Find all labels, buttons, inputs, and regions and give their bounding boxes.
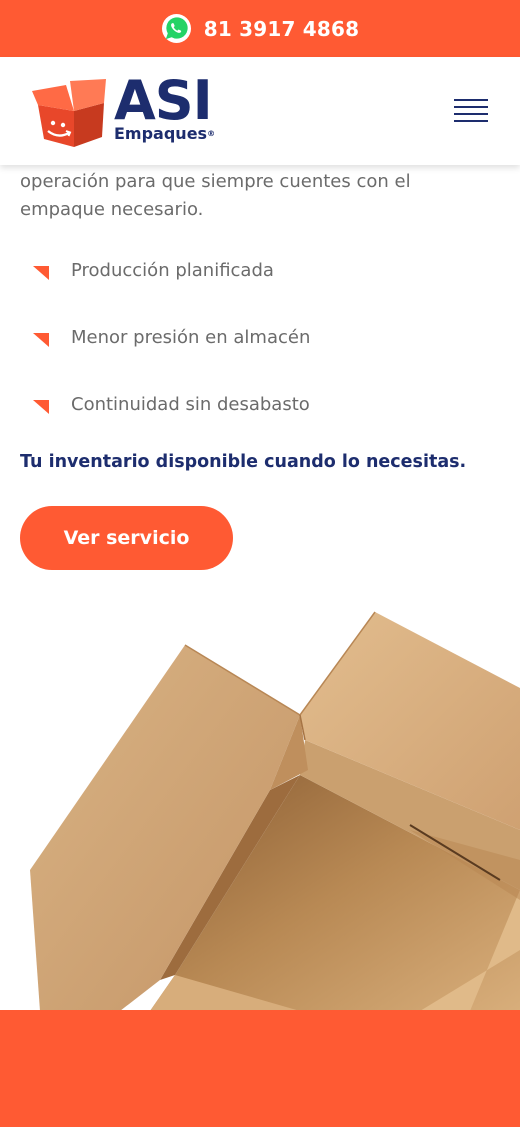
orange-triangle-icon xyxy=(33,266,49,280)
logo-subtitle: Empaques® xyxy=(114,125,215,143)
list-item: Producción planificada xyxy=(30,255,330,285)
list-item: Menor presión en almacén xyxy=(30,322,330,352)
logo-text: ASI Empaques® xyxy=(114,69,215,143)
list-item-label: Producción planificada xyxy=(71,259,274,281)
list-item-label: Menor presión en almacén xyxy=(71,326,311,348)
tagline: Tu inventario disponible cuando lo neces… xyxy=(20,452,467,472)
orange-triangle-icon xyxy=(33,333,49,347)
hamburger-menu-icon[interactable] xyxy=(454,99,488,123)
list-item: Continuidad sin desabasto xyxy=(30,389,330,419)
box-mascot-icon xyxy=(32,79,106,147)
menu-line xyxy=(454,99,488,101)
logo[interactable]: ASI Empaques® xyxy=(30,69,215,147)
site-header: ASI Empaques® xyxy=(0,57,520,165)
phone-number[interactable]: 81 3917 4868 xyxy=(204,17,360,41)
logo-subtitle-text: Empaques xyxy=(114,124,208,143)
logo-title: ASI xyxy=(114,69,213,132)
open-cardboard-box-image xyxy=(30,611,520,1011)
top-contact-bar: 81 3917 4868 xyxy=(0,0,520,57)
orange-footer-band xyxy=(0,1010,520,1127)
menu-line xyxy=(454,120,488,122)
menu-line xyxy=(454,106,488,108)
list-item-label: Continuidad sin desabasto xyxy=(71,393,310,415)
registered-mark: ® xyxy=(207,129,216,138)
ver-servicio-button[interactable]: Ver servicio xyxy=(20,506,233,570)
intro-paragraph: operación para que siempre cuentes con e… xyxy=(20,171,411,220)
orange-triangle-icon xyxy=(33,400,49,414)
menu-line xyxy=(454,113,488,115)
whatsapp-icon[interactable] xyxy=(161,13,192,44)
